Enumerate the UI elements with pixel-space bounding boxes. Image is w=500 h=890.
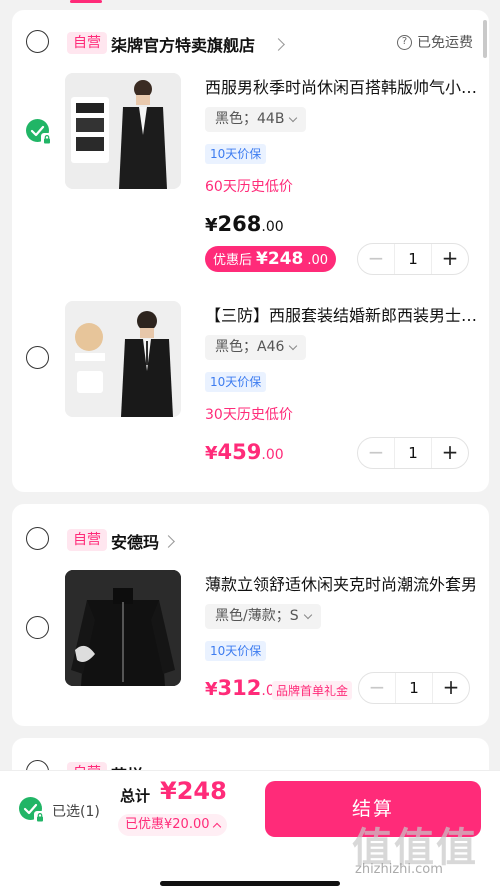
shop-select-radio[interactable] (26, 30, 49, 53)
chevron-down-icon (289, 113, 298, 123)
sku-selector[interactable]: 黑色；A46 (205, 335, 307, 360)
quantity-value[interactable]: 1 (395, 673, 433, 703)
product-price: ¥268.00 (205, 212, 284, 236)
self-operated-tag: 自营 (67, 32, 107, 54)
self-operated-tag: 自营 (67, 529, 107, 551)
increase-button[interactable]: + (433, 672, 469, 704)
shop-name[interactable]: 柒牌官方特卖旗舰店 (111, 32, 255, 56)
item-select-radio[interactable] (26, 346, 49, 369)
sku-selector[interactable]: 黑色；44B (205, 107, 307, 132)
history-low-label: 60天历史低价 (205, 179, 293, 195)
decrease-button[interactable]: − (358, 437, 394, 469)
shop-card-1: 自营 柒牌官方特卖旗舰店 ? 已免运费 西服男秋季时尚休闲百搭韩版帅气小西装 黑… (12, 10, 489, 492)
price-protect-tag: 10天价保 (205, 641, 267, 661)
chevron-up-icon (212, 822, 221, 831)
shop-name[interactable]: 安德玛 (111, 529, 159, 553)
product-title[interactable]: 【三防】西服套装结婚新郎西装男士正装 (205, 302, 480, 326)
brand-gift-label: 品牌首单礼金 (272, 681, 353, 700)
product-title[interactable]: 薄款立领舒适休闲夹克时尚潮流外套男 (205, 571, 480, 595)
discount-price-pill: 优惠后 ¥248.00 (205, 246, 337, 272)
decrease-button[interactable]: − (359, 672, 395, 704)
free-shipping[interactable]: ? 已免运费 (397, 32, 473, 52)
quantity-stepper[interactable]: − 1 + (358, 672, 470, 704)
decrease-button[interactable]: − (358, 243, 394, 275)
total-value: ¥248 (160, 777, 227, 805)
quantity-stepper[interactable]: − 1 + (357, 243, 469, 275)
question-icon: ? (397, 34, 412, 50)
price-protect-tag: 10天价保 (205, 372, 267, 392)
saved-amount: 已优惠¥20.00 (125, 817, 210, 832)
lock-icon (34, 811, 46, 823)
history-low-label: 30天历史低价 (205, 407, 293, 423)
select-all-checkbox[interactable] (19, 797, 46, 823)
product-title[interactable]: 西服男秋季时尚休闲百搭韩版帅气小西装 (205, 74, 480, 98)
watermark-url: zhizhizhi.com (355, 862, 443, 877)
quantity-value[interactable]: 1 (394, 438, 432, 468)
increase-button[interactable]: + (432, 243, 468, 275)
chevron-right-icon[interactable] (162, 535, 175, 548)
shop-card-2: 自营 安德玛 薄款立领舒适休闲夹克时尚潮流外套男 黑色/薄款；S 10天价保 ¥… (12, 504, 489, 726)
price-protect-tag: 10天价保 (205, 144, 267, 164)
item-select-radio[interactable] (26, 616, 49, 639)
shop-select-radio[interactable] (26, 527, 49, 550)
selected-count: 已选(1) (52, 804, 100, 820)
quantity-value[interactable]: 1 (394, 244, 432, 274)
chevron-down-icon (303, 610, 312, 620)
sku-selector[interactable]: 黑色/薄款；S (205, 604, 321, 629)
product-image[interactable] (65, 570, 181, 686)
chevron-right-icon[interactable] (272, 38, 285, 51)
home-indicator (160, 881, 340, 886)
product-image[interactable] (65, 73, 181, 189)
sku-label: 黑色；44B (215, 111, 285, 127)
chevron-down-icon (289, 341, 298, 351)
product-image[interactable] (65, 301, 181, 417)
increase-button[interactable]: + (432, 437, 468, 469)
lock-icon (41, 133, 53, 145)
scrollbar[interactable] (483, 20, 487, 58)
sku-label: 黑色；A46 (215, 339, 285, 355)
product-price: ¥459.00 (205, 440, 284, 464)
item-checked-checkbox[interactable] (26, 119, 53, 145)
discount-detail-toggle[interactable]: 已优惠¥20.00 (118, 814, 227, 836)
sku-label: 黑色/薄款；S (215, 608, 299, 624)
total-label: 总计 (120, 787, 151, 805)
quantity-stepper[interactable]: − 1 + (357, 437, 469, 469)
free-shipping-label: 已免运费 (417, 35, 473, 51)
top-strip (0, 0, 500, 4)
